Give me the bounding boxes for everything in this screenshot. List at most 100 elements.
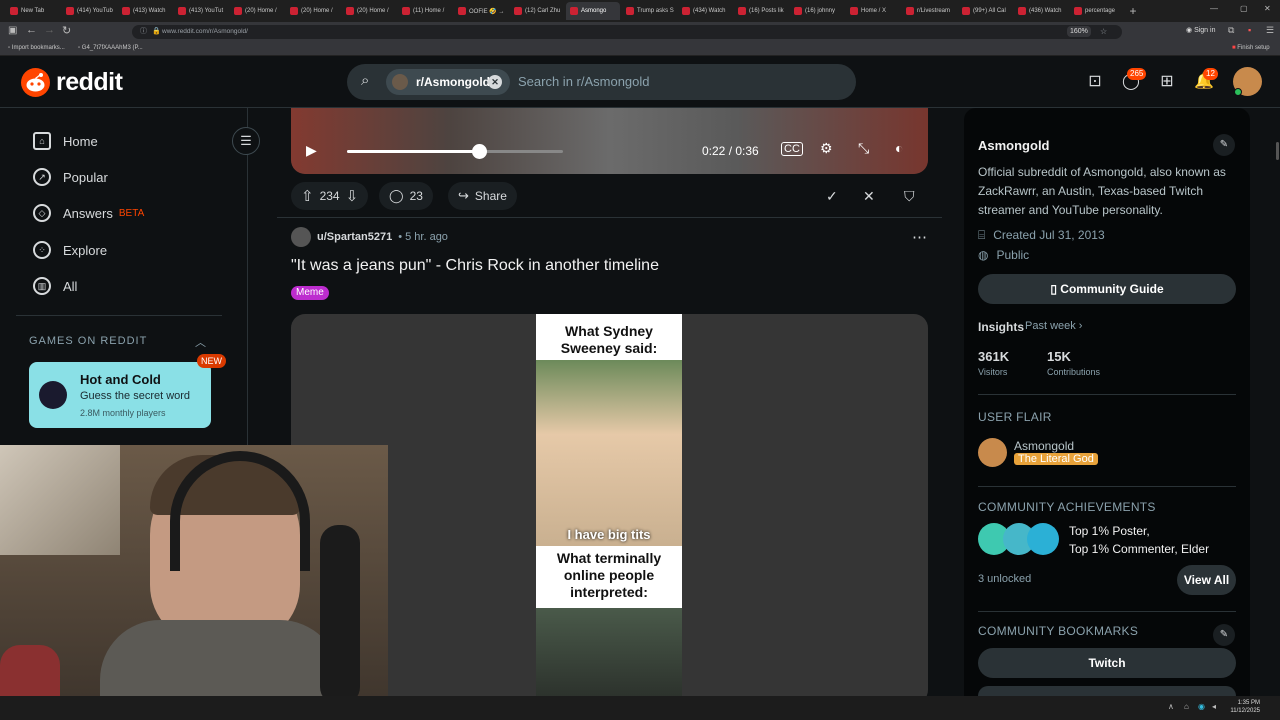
- maximize-icon[interactable]: ▢: [1240, 4, 1248, 13]
- browser-tab[interactable]: (11) Home /: [398, 2, 452, 20]
- reload-icon[interactable]: ↻: [62, 24, 71, 37]
- tray-network-icon[interactable]: ⌂: [1184, 702, 1189, 711]
- tab-label: Trump asks S: [637, 8, 674, 14]
- zoom-level[interactable]: 160%: [1067, 26, 1091, 37]
- minimize-icon[interactable]: —: [1210, 4, 1218, 13]
- reddit-wordmark[interactable]: reddit: [56, 68, 123, 97]
- browser-tab[interactable]: (413) Watch: [118, 2, 172, 20]
- browser-tab[interactable]: (414) YouTub: [62, 2, 116, 20]
- view-all-button[interactable]: View All: [1177, 565, 1236, 595]
- browser-tab[interactable]: (16) Posts lik: [734, 2, 788, 20]
- sidebar-item-popular[interactable]: ↗ Popular: [33, 165, 108, 189]
- tab-label: (413) Watch: [133, 8, 166, 14]
- browser-tab[interactable]: (20) Home /: [286, 2, 340, 20]
- sign-in-button[interactable]: ◉ Sign in: [1186, 26, 1215, 34]
- sidebar-item-answers[interactable]: ◇ Answers BETA: [33, 201, 144, 225]
- browser-menu-icon[interactable]: ☰: [1266, 25, 1274, 36]
- address-bar[interactable]: ⓘ 🔒 www.reddit.com/r/Asmongold/ 160% ☆: [132, 25, 1122, 39]
- downvote-icon[interactable]: ⇩: [346, 187, 359, 205]
- extensions-icon[interactable]: ⧉: [1228, 25, 1234, 36]
- url-text[interactable]: www.reddit.com/r/Asmongold/: [162, 28, 248, 35]
- clock-time: 1:35 PM: [1237, 700, 1260, 706]
- settings-gear-icon[interactable]: ⚙: [820, 140, 833, 157]
- advertise-icon[interactable]: ⊡: [1084, 71, 1106, 93]
- browser-tab[interactable]: (413) YouTut: [174, 2, 228, 20]
- home-icon: ⌂: [33, 132, 51, 150]
- community-guide-button[interactable]: ▯ Community Guide: [978, 274, 1236, 304]
- post-title[interactable]: "It was a jeans pun" - Chris Rock in ano…: [291, 257, 659, 275]
- browser-tab[interactable]: (20) Home /: [342, 2, 396, 20]
- bookmark-item[interactable]: ▫ G4_7t7fXAAAhM3 (P...: [78, 45, 143, 51]
- sidebar-item-all[interactable]: ▥ All: [33, 274, 77, 298]
- chevron-up-icon[interactable]: ︿: [195, 334, 206, 350]
- edit-bookmarks-icon[interactable]: ✎: [1213, 624, 1235, 646]
- achievements-unlocked: 3 unlocked: [978, 573, 1032, 585]
- sidebar-item-explore[interactable]: ⁘ Explore: [33, 238, 107, 262]
- browser-tab[interactable]: (20) Home /: [230, 2, 284, 20]
- sidebar-item-label: Home: [63, 133, 98, 149]
- captions-icon[interactable]: CC: [781, 142, 803, 156]
- author-avatar[interactable]: [291, 227, 311, 247]
- more-options-icon[interactable]: ⋯: [912, 228, 927, 246]
- post-flair[interactable]: Meme: [291, 286, 329, 300]
- browser-tab[interactable]: (99+) All Cal: [958, 2, 1012, 20]
- finish-setup-button[interactable]: ■ Finish setup: [1232, 45, 1270, 51]
- forward-icon[interactable]: →: [44, 24, 55, 36]
- fullscreen-icon[interactable]: ⤡: [858, 140, 869, 157]
- browser-tab[interactable]: New Tab: [6, 2, 60, 20]
- video-progress-track[interactable]: [347, 144, 563, 159]
- tray-chevron-icon[interactable]: ∧: [1168, 702, 1174, 711]
- tray-volume-icon[interactable]: ◂: [1212, 702, 1216, 711]
- video-progress-handle[interactable]: [471, 144, 487, 159]
- subreddit-search-chip[interactable]: r/Asmongold ✕: [386, 69, 510, 95]
- bookmark-import[interactable]: ▫ Import bookmarks...: [8, 45, 65, 51]
- post-author[interactable]: u/Spartan5271: [317, 231, 392, 243]
- browser-tab[interactable]: r/Livestream: [902, 2, 956, 20]
- tab-label: (413) YouTut: [189, 8, 224, 14]
- create-post-icon[interactable]: ⊞: [1156, 71, 1178, 93]
- contributions-value: 15K: [1047, 349, 1071, 364]
- browser-tab[interactable]: percentage: [1070, 2, 1124, 20]
- volume-icon[interactable]: ◐: [895, 140, 903, 156]
- page-scrollbar[interactable]: [1276, 142, 1279, 160]
- site-info-icon[interactable]: ⓘ: [140, 25, 147, 39]
- browser-tab[interactable]: (12) Carl Zhu: [510, 2, 564, 20]
- sidebar-item-home[interactable]: ⌂ Home: [33, 129, 98, 153]
- bookmark-twitch-button[interactable]: Twitch: [978, 648, 1236, 678]
- collapse-sidebar-icon[interactable]: ☰: [232, 127, 260, 155]
- back-icon[interactable]: ←: [26, 24, 37, 36]
- approve-icon[interactable]: ✓: [816, 182, 848, 210]
- remove-icon[interactable]: ✕: [853, 182, 885, 210]
- system-clock[interactable]: 1:35 PM 11/12/2025: [1230, 699, 1260, 715]
- comments-button[interactable]: ◯ 23: [379, 182, 433, 210]
- play-icon[interactable]: ▶: [306, 142, 317, 159]
- insights-period-link[interactable]: Past week ›: [1025, 320, 1082, 332]
- clear-chip-icon[interactable]: ✕: [488, 75, 502, 89]
- tray-app-icon[interactable]: ◉: [1198, 702, 1205, 711]
- sidebar-toggle-icon[interactable]: ▣: [8, 25, 17, 36]
- browser-tab[interactable]: (16) johnny: [790, 2, 844, 20]
- os-taskbar: ∧ ⌂ ◉ ◂ 1:35 PM 11/12/2025: [0, 696, 1280, 720]
- browser-tab[interactable]: Home / X: [846, 2, 900, 20]
- share-button[interactable]: ↪ Share: [448, 182, 517, 210]
- upvote-icon[interactable]: ⇧: [301, 187, 314, 205]
- search-input[interactable]: Search in r/Asmongold: [518, 74, 650, 89]
- video-player[interactable]: ▶ 0:22 / 0:36 CC ⚙ ⤡ ◐: [291, 108, 928, 174]
- browser-tab[interactable]: Trump asks S: [622, 2, 676, 20]
- close-window-icon[interactable]: ✕: [1264, 4, 1271, 13]
- user-flair-heading: USER FLAIR: [978, 410, 1052, 424]
- tab-label: (436) Watch: [1029, 8, 1062, 14]
- edit-icon[interactable]: ✎: [1213, 134, 1235, 156]
- browser-tab[interactable]: Asmongo: [566, 2, 620, 20]
- browser-tab[interactable]: OOFIE 🤣 →: [454, 2, 508, 20]
- reddit-logo-icon[interactable]: [21, 68, 50, 97]
- game-card-hot-and-cold[interactable]: Hot and Cold Guess the secret word 2.8M …: [29, 354, 226, 428]
- browser-tab[interactable]: (434) Watch: [678, 2, 732, 20]
- search-bar[interactable]: ⌕ r/Asmongold ✕ Search in r/Asmongold: [347, 64, 856, 100]
- tab-label: (414) YouTub: [77, 8, 113, 14]
- bookmark-star-icon[interactable]: ☆: [1100, 25, 1107, 39]
- new-tab-icon[interactable]: +: [1126, 4, 1140, 18]
- extension-icon[interactable]: ▪: [1248, 25, 1251, 35]
- browser-tab[interactable]: (436) Watch: [1014, 2, 1068, 20]
- mod-shield-icon[interactable]: ⛉: [894, 182, 925, 210]
